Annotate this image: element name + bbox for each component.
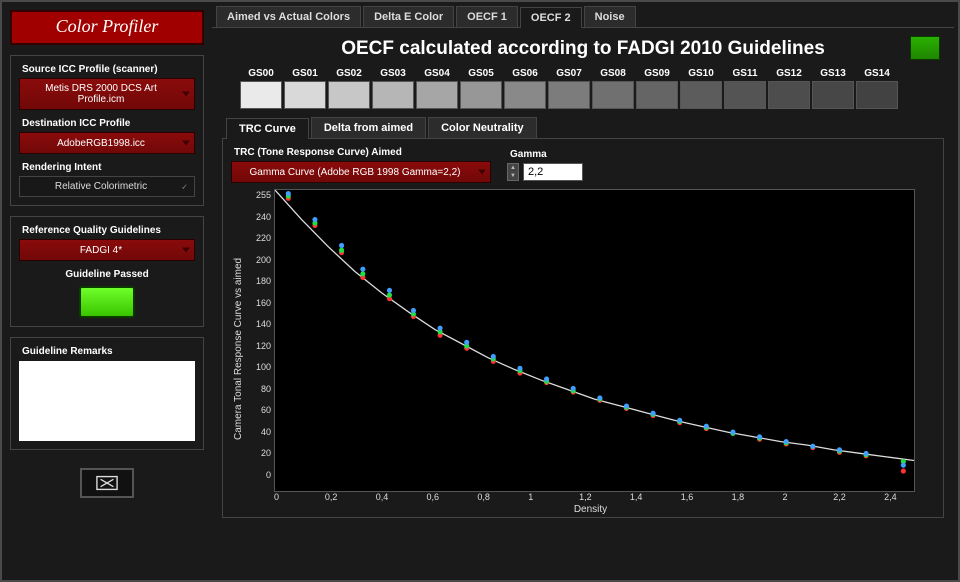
remarks-label: Guideline Remarks <box>19 346 195 357</box>
ref-guidelines-select[interactable]: FADGI 4* <box>19 239 195 261</box>
main-body: OECF calculated according to FADGI 2010 … <box>212 28 954 576</box>
guideline-passed-light <box>79 286 135 318</box>
swatch-chip <box>284 81 326 109</box>
swatch-chip <box>240 81 282 109</box>
gamma-label: Gamma <box>507 149 583 160</box>
swatch-label: GS09 <box>636 68 678 79</box>
swatch-gs03[interactable]: GS03 <box>372 68 414 109</box>
subtab-delta-aimed[interactable]: Delta from aimed <box>311 117 426 138</box>
swatch-gs06[interactable]: GS06 <box>504 68 546 109</box>
dest-icc-select[interactable]: AdobeRGB1998.icc <box>19 132 195 154</box>
tab-oecf2[interactable]: OECF 2 <box>520 7 582 28</box>
swatch-gs07[interactable]: GS07 <box>548 68 590 109</box>
source-icc-select[interactable]: Metis DRS 2000 DCS Art Profile.icm <box>19 78 195 110</box>
intent-select[interactable]: Relative Colorimetric <box>19 176 195 197</box>
swatch-gs00[interactable]: GS00 <box>240 68 282 109</box>
swatch-chip <box>592 81 634 109</box>
swatch-label: GS10 <box>680 68 722 79</box>
swatch-label: GS02 <box>328 68 370 79</box>
swatch-label: GS14 <box>856 68 898 79</box>
trc-aimed-label: TRC (Tone Response Curve) Aimed <box>231 147 491 158</box>
swatch-label: GS06 <box>504 68 546 79</box>
ref-guidelines-label: Reference Quality Guidelines <box>19 225 195 236</box>
swatch-label: GS03 <box>372 68 414 79</box>
swatch-gs11[interactable]: GS11 <box>724 68 766 109</box>
guideline-passed-label: Guideline Passed <box>19 269 195 280</box>
swatch-chip <box>548 81 590 109</box>
swatch-chip <box>372 81 414 109</box>
swatch-gs02[interactable]: GS02 <box>328 68 370 109</box>
main: Aimed vs Actual Colors Delta E Color OEC… <box>212 2 958 580</box>
dest-icc-label: Destination ICC Profile <box>19 118 195 129</box>
swatch-gs10[interactable]: GS10 <box>680 68 722 109</box>
trc-chart: Camera Tonal Response Curve vs aimed 255… <box>231 189 935 509</box>
close-button[interactable] <box>80 468 134 498</box>
swatch-chip <box>504 81 546 109</box>
swatch-chip <box>460 81 502 109</box>
swatch-chip <box>768 81 810 109</box>
swatch-chip <box>328 81 370 109</box>
source-icc-label: Source ICC Profile (scanner) <box>19 64 195 75</box>
swatch-label: GS00 <box>240 68 282 79</box>
gamma-input[interactable] <box>523 163 583 181</box>
close-icon <box>96 475 118 491</box>
chart-xticks: 00,20,40,60,811,21,41,61,822,22,4 <box>246 492 935 502</box>
intent-label: Rendering Intent <box>19 162 195 173</box>
swatch-gs01[interactable]: GS01 <box>284 68 326 109</box>
swatch-label: GS08 <box>592 68 634 79</box>
tab-delta-e[interactable]: Delta E Color <box>363 6 454 27</box>
top-tabs: Aimed vs Actual Colors Delta E Color OEC… <box>212 6 954 28</box>
swatch-gs05[interactable]: GS05 <box>460 68 502 109</box>
status-light <box>910 36 940 60</box>
chart-ylabel: Camera Tonal Response Curve vs aimed <box>231 189 246 509</box>
chart-yticks: 255240220200180160140120100806040200 <box>246 189 274 492</box>
subtab-color-neutrality[interactable]: Color Neutrality <box>428 117 537 138</box>
trc-panel: TRC (Tone Response Curve) Aimed Gamma Cu… <box>222 138 944 518</box>
tab-oecf1[interactable]: OECF 1 <box>456 6 518 27</box>
swatch-gs04[interactable]: GS04 <box>416 68 458 109</box>
swatch-gs14[interactable]: GS14 <box>856 68 898 109</box>
swatch-label: GS12 <box>768 68 810 79</box>
chart-xlabel: Density <box>246 504 935 515</box>
remarks-panel: Guideline Remarks <box>10 337 204 450</box>
swatch-chip <box>856 81 898 109</box>
icc-panel: Source ICC Profile (scanner) Metis DRS 2… <box>10 55 204 206</box>
app-title: Color Profiler <box>10 10 204 45</box>
oecf-title: OECF calculated according to FADGI 2010 … <box>222 38 944 60</box>
greyscale-swatches: GS00GS01GS02GS03GS04GS05GS06GS07GS08GS09… <box>222 68 944 109</box>
swatch-label: GS05 <box>460 68 502 79</box>
trc-aimed-select[interactable]: Gamma Curve (Adobe RGB 1998 Gamma=2,2) <box>231 161 491 183</box>
swatch-gs12[interactable]: GS12 <box>768 68 810 109</box>
swatch-chip <box>416 81 458 109</box>
chevron-up-icon[interactable]: ▲ <box>508 164 518 172</box>
chevron-down-icon[interactable]: ▼ <box>508 172 518 180</box>
swatch-label: GS01 <box>284 68 326 79</box>
swatch-chip <box>812 81 854 109</box>
swatch-chip <box>680 81 722 109</box>
swatch-chip <box>724 81 766 109</box>
swatch-gs13[interactable]: GS13 <box>812 68 854 109</box>
tab-aimed-vs-actual[interactable]: Aimed vs Actual Colors <box>216 6 361 27</box>
swatch-label: GS07 <box>548 68 590 79</box>
remarks-textarea[interactable] <box>19 361 195 441</box>
swatch-label: GS04 <box>416 68 458 79</box>
swatch-chip <box>636 81 678 109</box>
sidebar: Color Profiler Source ICC Profile (scann… <box>2 2 212 580</box>
tab-noise[interactable]: Noise <box>584 6 636 27</box>
swatch-label: GS13 <box>812 68 854 79</box>
swatch-label: GS11 <box>724 68 766 79</box>
ref-panel: Reference Quality Guidelines FADGI 4* Gu… <box>10 216 204 327</box>
chart-plot <box>274 189 915 492</box>
gamma-spinner[interactable]: ▲▼ <box>507 163 519 181</box>
subtab-trc-curve[interactable]: TRC Curve <box>226 118 309 139</box>
swatch-gs08[interactable]: GS08 <box>592 68 634 109</box>
swatch-gs09[interactable]: GS09 <box>636 68 678 109</box>
sub-tabs: TRC Curve Delta from aimed Color Neutral… <box>226 117 944 138</box>
